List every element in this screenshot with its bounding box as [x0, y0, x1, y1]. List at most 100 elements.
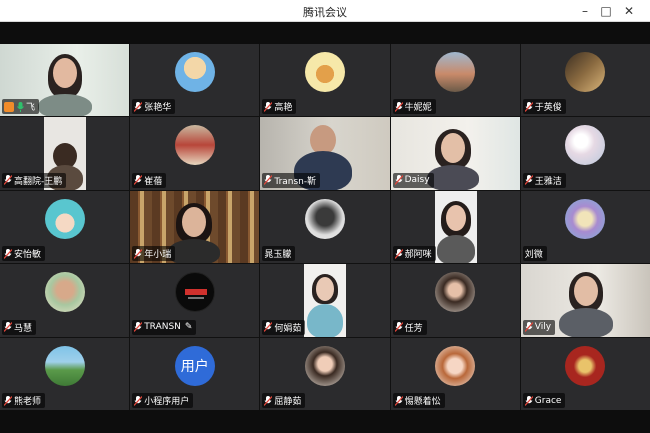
transn-logo: [184, 289, 207, 300]
mic-muted-icon: [134, 248, 143, 259]
participant-label: 刘微: [522, 246, 547, 262]
participant-tile[interactable]: 屈静茹: [260, 337, 390, 410]
mic-muted-icon: [394, 395, 403, 406]
participant-label: 任芳: [392, 319, 427, 335]
avatar: 用户: [174, 345, 215, 386]
participant-tile[interactable]: 年小瑞: [130, 190, 260, 264]
participant-name: 安怡敏: [14, 250, 42, 261]
participant-name: Transn-靳: [274, 176, 317, 187]
participant-name: 郝阿咪: [404, 250, 432, 261]
participant-tile[interactable]: 王雅洁: [520, 117, 650, 190]
avatar: [44, 198, 85, 239]
participant-label: 牛妮妮: [392, 99, 436, 115]
mic-muted-icon: [134, 322, 143, 333]
participant-label: 安怡敏: [2, 246, 46, 262]
avatar: [435, 272, 476, 313]
participant-tile[interactable]: Transn-靳: [260, 117, 390, 190]
participant-tile[interactable]: 崔蓓: [130, 117, 260, 190]
participant-tile[interactable]: 何娟茹: [260, 264, 390, 337]
bottom-bar: [0, 410, 650, 433]
participant-name: Daisy: [404, 175, 430, 186]
participant-name: 牛妮妮: [404, 103, 432, 114]
mic-muted-icon: [4, 395, 12, 406]
title-bar: 腾讯会议 – □ ✕: [0, 0, 650, 22]
mic-muted-icon: [264, 395, 273, 406]
participant-label: 屈静茹: [262, 393, 306, 408]
participant-name: 何娟茹: [274, 323, 302, 334]
participant-tile[interactable]: 惕懸着忪: [390, 337, 520, 410]
participant-label: 熊老师: [2, 393, 46, 408]
participant-tile[interactable]: 张艳华: [130, 44, 260, 117]
participant-name: 年小瑞: [144, 250, 172, 261]
participant-label: 张艳华: [132, 99, 176, 115]
mic-muted-icon: [524, 175, 533, 186]
participant-tile[interactable]: 刘微: [520, 190, 650, 264]
participant-label: 郝阿咪: [392, 246, 436, 262]
avatar: [565, 125, 606, 166]
participant-tile[interactable]: TRANSN ✎: [130, 264, 260, 337]
avatar: [435, 345, 476, 386]
participant-label: 王雅洁: [522, 172, 566, 188]
participant-tile[interactable]: 安怡敏: [0, 190, 130, 264]
participant-tile[interactable]: 用户 小程序用户: [130, 337, 260, 410]
participant-tile[interactable]: 任芳: [390, 264, 520, 337]
mic-muted-icon: [394, 175, 403, 186]
participant-tile[interactable]: 高翻院-王鹏: [0, 117, 130, 190]
participant-name: 屈静茹: [274, 397, 302, 407]
participant-label: 晁玉朦: [262, 246, 296, 262]
participant-label: 何娟茹: [262, 319, 306, 335]
avatar-text: 用户: [180, 358, 209, 375]
mic-muted-icon: [134, 395, 143, 406]
mic-muted-icon: [134, 175, 143, 186]
participant-name: 任芳: [404, 323, 423, 334]
participant-tile[interactable]: 于英俊: [520, 44, 650, 117]
participant-video: [434, 190, 477, 264]
participant-name: 惕懸着忪: [404, 397, 441, 407]
participant-tile[interactable]: 晁玉朦: [260, 190, 390, 264]
participant-tile[interactable]: 飞: [0, 44, 130, 117]
participant-tile[interactable]: 熊老师: [0, 337, 130, 410]
avatar: [174, 272, 215, 313]
avatar: [174, 52, 215, 92]
avatar: [565, 345, 606, 386]
participant-tile[interactable]: 高艳: [260, 44, 390, 117]
participant-tile[interactable]: 郝阿咪: [390, 190, 520, 264]
participant-tile[interactable]: Grace: [520, 337, 650, 410]
participant-label: 于英俊: [522, 99, 566, 115]
participant-label: 高艳: [262, 99, 297, 115]
participant-tile[interactable]: 牛妮妮: [390, 44, 520, 117]
pencil-icon[interactable]: ✎: [185, 322, 193, 332]
maximize-icon[interactable]: □: [597, 2, 615, 20]
minimize-icon[interactable]: –: [576, 2, 594, 20]
participant-tile[interactable]: 马慧: [0, 264, 130, 337]
mic-muted-icon: [394, 322, 403, 333]
participant-label: 崔蓓: [132, 172, 167, 188]
mic-muted-icon: [394, 101, 403, 112]
avatar: [565, 52, 606, 92]
mic-muted-icon: [134, 101, 143, 112]
mic-muted-icon: [264, 322, 273, 333]
participant-name: 张艳华: [144, 103, 172, 114]
participant-name: 于英俊: [534, 103, 562, 114]
participant-tile[interactable]: Daisy: [390, 117, 520, 190]
mic-muted-icon: [264, 175, 273, 186]
close-icon[interactable]: ✕: [620, 2, 638, 20]
participant-name: 刘微: [524, 250, 543, 261]
mic-muted-icon: [4, 248, 12, 259]
participant-tile[interactable]: Vily: [520, 264, 650, 337]
participant-label: TRANSN ✎: [132, 319, 197, 335]
video-grid: 飞 张艳华 高艳 牛妮妮 于英俊 高翻院-王鹏 崔蓓 Transn-靳 Dais…: [0, 44, 650, 410]
participant-label: 惕懸着忪: [392, 393, 445, 408]
participant-label: 小程序用户: [132, 393, 194, 408]
participant-label: 高翻院-王鹏: [2, 172, 67, 188]
avatar: [304, 345, 345, 386]
participant-name: 晁玉朦: [264, 250, 292, 261]
participant-name: 高艳: [274, 103, 293, 114]
participant-label: Daisy: [392, 172, 434, 188]
participant-name: Grace: [534, 395, 562, 406]
mic-muted-icon: [524, 395, 533, 406]
participant-name: TRANSN: [144, 322, 181, 333]
mic-muted-icon: [4, 175, 12, 186]
participant-name: 崔蓓: [144, 176, 163, 187]
mic-muted-icon: [524, 322, 533, 333]
